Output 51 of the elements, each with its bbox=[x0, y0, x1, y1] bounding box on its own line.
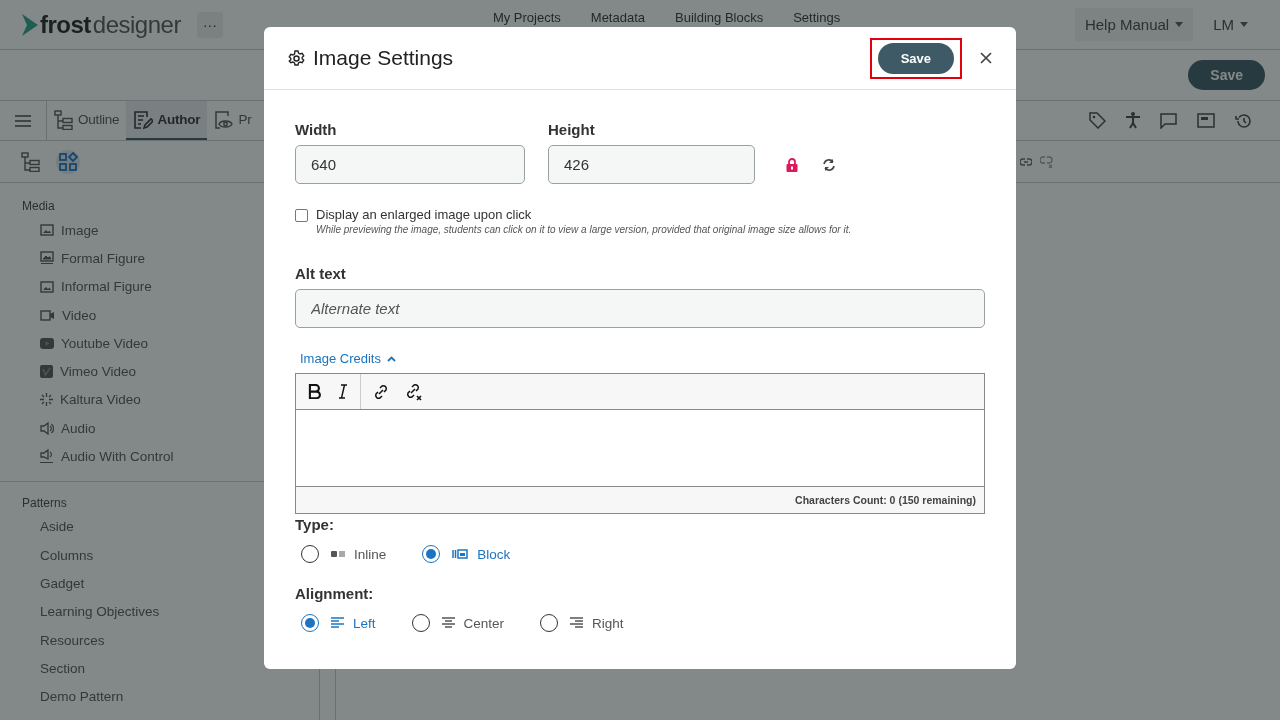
tab[interactable]: Outline bbox=[47, 101, 127, 140]
sidebar-item[interactable]: Informal Figure bbox=[0, 272, 156, 301]
sidebar-item[interactable]: Audio With Control bbox=[0, 442, 178, 471]
width-field[interactable]: 640 bbox=[295, 145, 525, 184]
nav-link[interactable]: My Projects bbox=[492, 11, 561, 25]
group-label: Type: bbox=[295, 516, 335, 533]
sidebar-item[interactable]: Formal Figure bbox=[0, 244, 150, 273]
checkbox-label: Display an enlarged image upon click bbox=[316, 207, 533, 222]
help-menu[interactable]: Help Manual bbox=[1074, 8, 1194, 41]
sidebar-item[interactable]: Image bbox=[0, 216, 103, 245]
field-label: Width bbox=[295, 121, 338, 138]
dialog-title: Image Settings bbox=[313, 46, 454, 70]
text-editor[interactable]: Characters Count: 0 (150 remaining) bbox=[295, 373, 985, 514]
group-label: Alignment: bbox=[295, 585, 375, 602]
nav-link[interactable]: Building Blocks bbox=[675, 11, 764, 25]
sidebar-item[interactable]: Section bbox=[0, 654, 90, 683]
sidebar-item[interactable]: Youtube Video bbox=[0, 329, 153, 358]
field-label: Alt text bbox=[295, 265, 347, 282]
tab[interactable]: Pr bbox=[207, 101, 259, 140]
sidebar-item[interactable]: Learning Objectives bbox=[0, 597, 164, 626]
sidebar-item[interactable]: Kaltura Video bbox=[0, 385, 145, 415]
sidebar-item[interactable]: Columns bbox=[0, 540, 98, 570]
nav-link[interactable]: Metadata bbox=[590, 11, 645, 25]
radio-option[interactable]: Left bbox=[301, 614, 376, 632]
product-name: designer bbox=[92, 10, 181, 39]
section-heading: Patterns bbox=[21, 495, 68, 510]
sidebar-item[interactable]: Aside bbox=[0, 512, 78, 541]
hint-text: While previewing the image, students can click on it to view a large version, provided that original image size allows for it. bbox=[316, 224, 852, 235]
save-button[interactable]: Save bbox=[877, 42, 954, 74]
credits-toggle[interactable]: Image Credits bbox=[300, 351, 396, 366]
radio-option[interactable]: Block bbox=[422, 545, 511, 563]
height-field[interactable]: 426 bbox=[548, 145, 755, 184]
character-count: Characters Count: 0 (150 remaining) bbox=[795, 494, 976, 506]
sidebar-item[interactable]: Audio bbox=[0, 414, 100, 443]
field-label: Height bbox=[548, 121, 596, 138]
tab[interactable]: Author bbox=[126, 101, 208, 140]
alt-text-field[interactable]: Alternate text bbox=[295, 289, 985, 328]
sidebar-item[interactable]: Gadget bbox=[0, 569, 89, 598]
sidebar-item[interactable]: Video bbox=[0, 300, 101, 330]
more-button[interactable]: ··· bbox=[196, 11, 223, 38]
radio-option[interactable]: Right bbox=[540, 614, 624, 632]
save-button[interactable]: Save bbox=[1188, 60, 1265, 90]
radio-option[interactable]: Inline bbox=[301, 545, 387, 563]
sidebar-item[interactable]: Resources bbox=[0, 625, 109, 655]
radio-option[interactable]: Center bbox=[411, 614, 505, 632]
user-menu[interactable]: LM bbox=[1203, 8, 1258, 41]
sidebar-item[interactable]: Demo Pattern bbox=[0, 682, 128, 711]
section-heading: Media bbox=[21, 199, 56, 213]
brand-name: frost bbox=[40, 10, 91, 39]
nav-link[interactable]: Settings bbox=[793, 11, 841, 25]
sidebar-item[interactable]: Vimeo Video bbox=[0, 357, 141, 386]
